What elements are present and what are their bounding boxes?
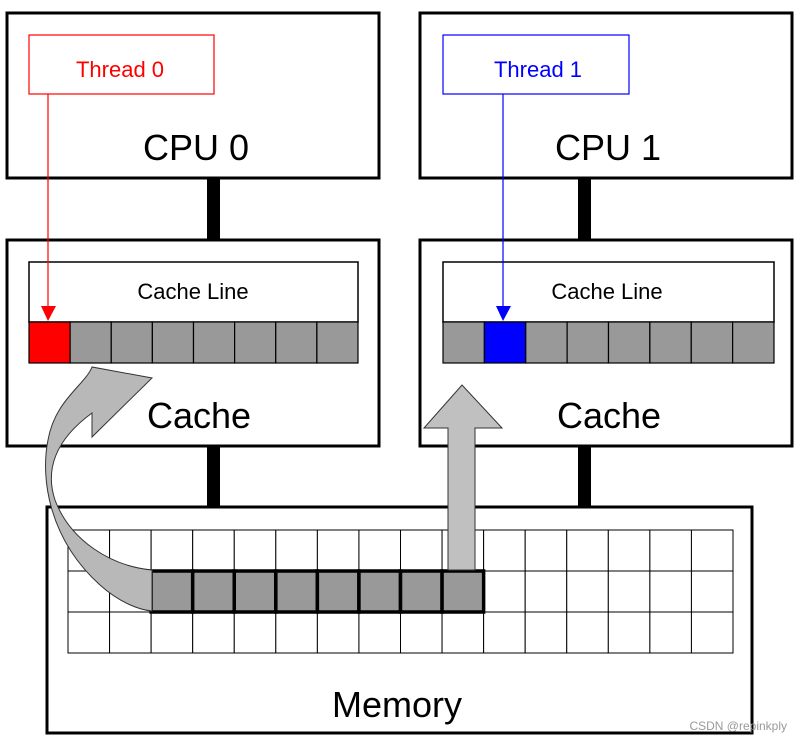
memory-label: Memory: [332, 684, 462, 725]
bus-cache0-memory: [207, 446, 220, 507]
cache-line-diagram: CPU 0 CPU 1 Cache Line Cache Cache Line …: [5, 11, 794, 735]
memory-cell-highlighted: [149, 569, 195, 614]
memory-cell: [566, 611, 609, 654]
memory-cell-highlighted: [232, 569, 278, 614]
bus-cpu1-cache: [578, 178, 591, 240]
memory-cell: [483, 529, 526, 572]
memory-cell: [275, 529, 318, 572]
memory-cell-highlighted: [398, 569, 444, 614]
cache-cell: [234, 321, 277, 364]
cache-cell: [649, 321, 692, 364]
bus-cache1-memory: [578, 446, 591, 507]
memory-cell: [316, 611, 360, 654]
memory-cell-highlighted: [274, 569, 320, 614]
memory-cell-highlighted: [190, 569, 236, 614]
memory-cell: [150, 529, 194, 572]
cache-cell: [566, 321, 610, 364]
memory-cell: [607, 611, 651, 654]
cache-cell: [151, 321, 195, 364]
memory-cell: [483, 611, 526, 654]
memory-cell-highlighted: [357, 569, 403, 614]
memory-cell: [607, 570, 651, 613]
memory-cell: [483, 570, 526, 613]
memory-cell: [67, 611, 111, 654]
cache-cell: [69, 321, 112, 364]
memory-cell: [649, 611, 692, 654]
memory-cell: [690, 529, 734, 572]
cpu-1-label: CPU 1: [555, 127, 661, 168]
watermark: CSDN @repinkply: [689, 719, 787, 733]
memory-cell: [400, 611, 443, 654]
cache-line-label: Cache Line: [137, 279, 248, 304]
memory-cell: [566, 529, 609, 572]
memory-cell: [192, 529, 235, 572]
cache-cell: [110, 321, 153, 364]
memory-cell: [690, 611, 734, 654]
memory-cell: [524, 570, 568, 613]
cache-1-label: Cache: [557, 395, 661, 436]
memory-cell: [566, 570, 609, 613]
cache-0-label: Cache: [147, 395, 251, 436]
memory-cell: [233, 529, 277, 572]
cache-cell-active: [483, 321, 527, 364]
memory-cell: [524, 529, 568, 572]
memory-cell: [607, 529, 651, 572]
memory: Memory: [45, 505, 754, 735]
cache-cell: [316, 321, 359, 364]
memory-cell: [316, 529, 360, 572]
cache-cell: [732, 321, 775, 364]
thread-1-label: Thread 1: [494, 57, 582, 82]
thread-0-label: Thread 0: [76, 57, 164, 82]
memory-cell: [275, 611, 318, 654]
cache-cell: [690, 321, 734, 364]
memory-cell: [150, 611, 194, 654]
memory-cell: [649, 570, 692, 613]
memory-cell-highlighted: [315, 569, 361, 614]
memory-cell: [192, 611, 235, 654]
memory-cell: [649, 529, 692, 572]
cache-cell: [607, 321, 651, 364]
memory-cell: [441, 611, 485, 654]
cache-cell: [525, 321, 568, 364]
cache-cell: [275, 321, 318, 364]
memory-cell: [524, 611, 568, 654]
cache-cell: [442, 321, 485, 364]
memory-cell: [233, 611, 277, 654]
memory-cell: [109, 611, 152, 654]
memory-cell: [690, 570, 734, 613]
memory-cell: [358, 611, 401, 654]
cache-line-label: Cache Line: [551, 279, 662, 304]
memory-cell: [358, 529, 401, 572]
memory-cell-highlighted: [440, 569, 486, 614]
cpu-0-label: CPU 0: [143, 127, 249, 168]
cache-cell: [192, 321, 236, 364]
cache-cell-active: [28, 321, 71, 364]
bus-cpu0-cache: [207, 178, 220, 240]
memory-cell: [400, 529, 443, 572]
